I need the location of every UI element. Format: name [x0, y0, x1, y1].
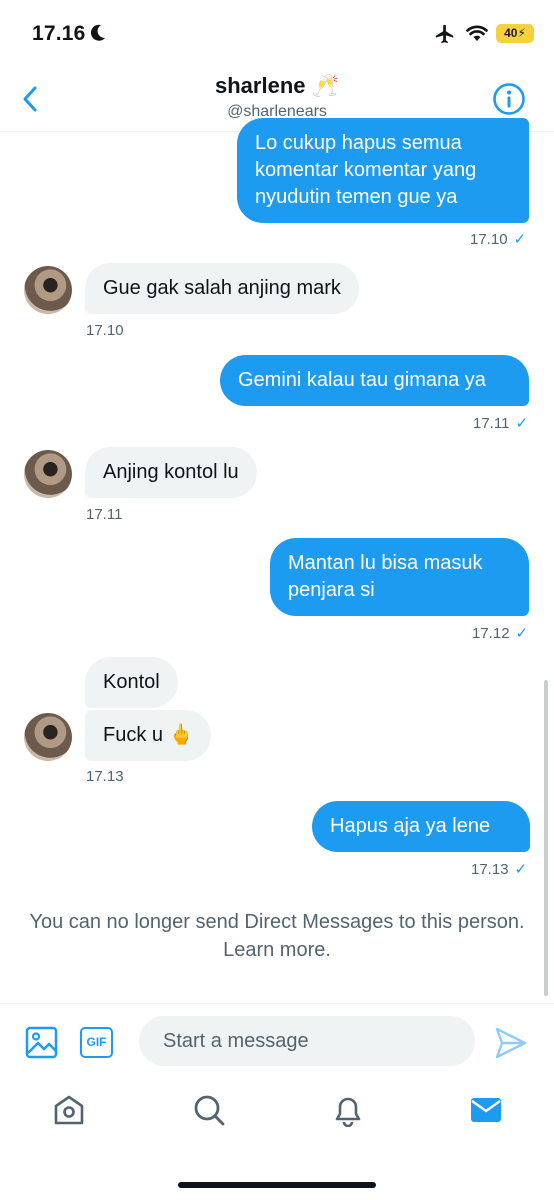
- status-bar: 17.16 40⚡: [0, 0, 554, 70]
- outgoing-message-bubble[interactable]: Hapus aja ya lene: [312, 801, 530, 852]
- sent-check-icon: ✓: [514, 861, 528, 878]
- conversation-title[interactable]: sharlene 🥂: [0, 73, 554, 99]
- sent-check-icon: ✓: [513, 231, 527, 248]
- avatar[interactable]: [24, 713, 72, 761]
- incoming-message-bubble[interactable]: Kontol: [85, 657, 178, 708]
- avatar[interactable]: [24, 450, 72, 498]
- gif-button[interactable]: GIF: [80, 1027, 113, 1058]
- status-time: 17.16: [32, 22, 86, 45]
- search-icon[interactable]: [192, 1093, 226, 1127]
- wifi-icon: [466, 25, 488, 41]
- scrollbar[interactable]: [544, 680, 548, 996]
- message-timestamp: 17.13 ✓: [471, 861, 528, 878]
- sent-check-icon: ✓: [515, 625, 529, 642]
- message-timestamp: 17.11: [86, 506, 123, 523]
- info-icon[interactable]: [492, 82, 526, 116]
- message-composer: GIF: [0, 1003, 554, 1079]
- outgoing-message-bubble[interactable]: Lo cukup hapus semua komentar komentar y…: [237, 118, 529, 223]
- message-input[interactable]: [139, 1016, 475, 1066]
- airplane-mode-icon: [435, 24, 454, 44]
- home-indicator: [178, 1182, 376, 1188]
- message-timestamp: 17.11 ✓: [473, 415, 529, 432]
- message-timestamp: 17.10: [86, 322, 124, 339]
- battery-indicator: 40⚡: [496, 24, 534, 43]
- dm-disabled-notice[interactable]: You can no longer send Direct Messages t…: [20, 908, 534, 964]
- incoming-message-bubble[interactable]: Anjing kontol lu: [85, 447, 257, 498]
- incoming-message-bubble[interactable]: Fuck u 🖕: [85, 710, 212, 761]
- outgoing-message-bubble[interactable]: Mantan lu bisa masuk penjara si: [270, 538, 529, 616]
- home-icon[interactable]: [52, 1093, 86, 1127]
- message-timestamp: 17.12 ✓: [472, 625, 529, 642]
- image-icon[interactable]: [25, 1026, 58, 1059]
- messages-icon[interactable]: [469, 1093, 503, 1127]
- notifications-icon[interactable]: [331, 1093, 365, 1127]
- outgoing-message-bubble[interactable]: Gemini kalau tau gimana ya: [220, 355, 529, 406]
- message-timestamp: 17.13: [86, 768, 124, 785]
- sent-check-icon: ✓: [515, 415, 529, 432]
- incoming-message-bubble[interactable]: Gue gak salah anjing mark: [85, 263, 359, 314]
- moon-icon: [90, 24, 105, 41]
- message-timestamp: 17.10 ✓: [470, 231, 527, 248]
- avatar[interactable]: [24, 266, 72, 314]
- send-icon[interactable]: [494, 1026, 528, 1060]
